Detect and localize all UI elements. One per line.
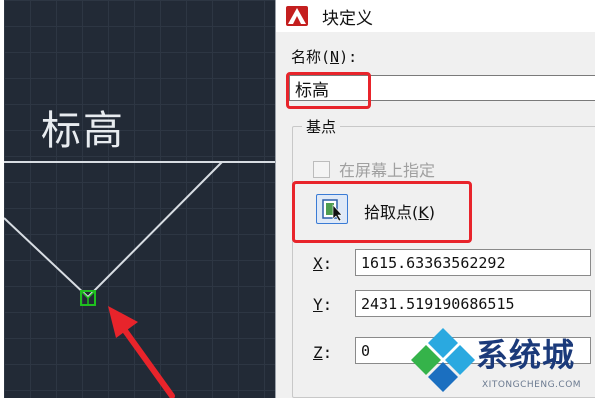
z-label: Z:	[313, 343, 333, 362]
specify-on-screen-row: 在屏幕上指定	[313, 157, 435, 181]
x-coordinate-input[interactable]	[355, 249, 591, 276]
y-coordinate-input[interactable]	[355, 290, 591, 317]
x-label: X:	[313, 254, 333, 273]
autocad-logo-icon	[286, 6, 308, 26]
dialog-title: 块定义	[322, 9, 373, 29]
specify-on-screen-label: 在屏幕上指定	[339, 161, 436, 180]
base-point-group-title: 基点	[302, 116, 341, 137]
annotation-arrow	[108, 306, 175, 398]
watermark: 系统城 XITONGCHENG.COM	[404, 320, 594, 398]
drawing-canvas[interactable]: 标高	[4, 0, 275, 398]
pick-point-icon	[322, 199, 343, 222]
watermark-text: 系统城	[476, 336, 576, 374]
specify-on-screen-checkbox[interactable]	[313, 160, 330, 178]
y-label: Y:	[313, 295, 333, 314]
elevation-triangle	[4, 161, 223, 299]
block-name-input[interactable]	[289, 75, 595, 101]
elevation-text: 标高	[41, 108, 125, 154]
canvas-geometry	[4, 161, 275, 398]
base-point-grip-icon[interactable]	[80, 290, 96, 306]
pick-point-button[interactable]	[316, 194, 348, 224]
watermark-subtext: XITONGCHENG.COM	[482, 380, 582, 390]
pick-point-label[interactable]: 拾取点(K)	[364, 199, 435, 223]
watermark-logo-icon	[411, 328, 475, 392]
name-label: 名称(N):	[291, 48, 358, 66]
dialog-titlebar[interactable]: 块定义	[276, 0, 595, 32]
